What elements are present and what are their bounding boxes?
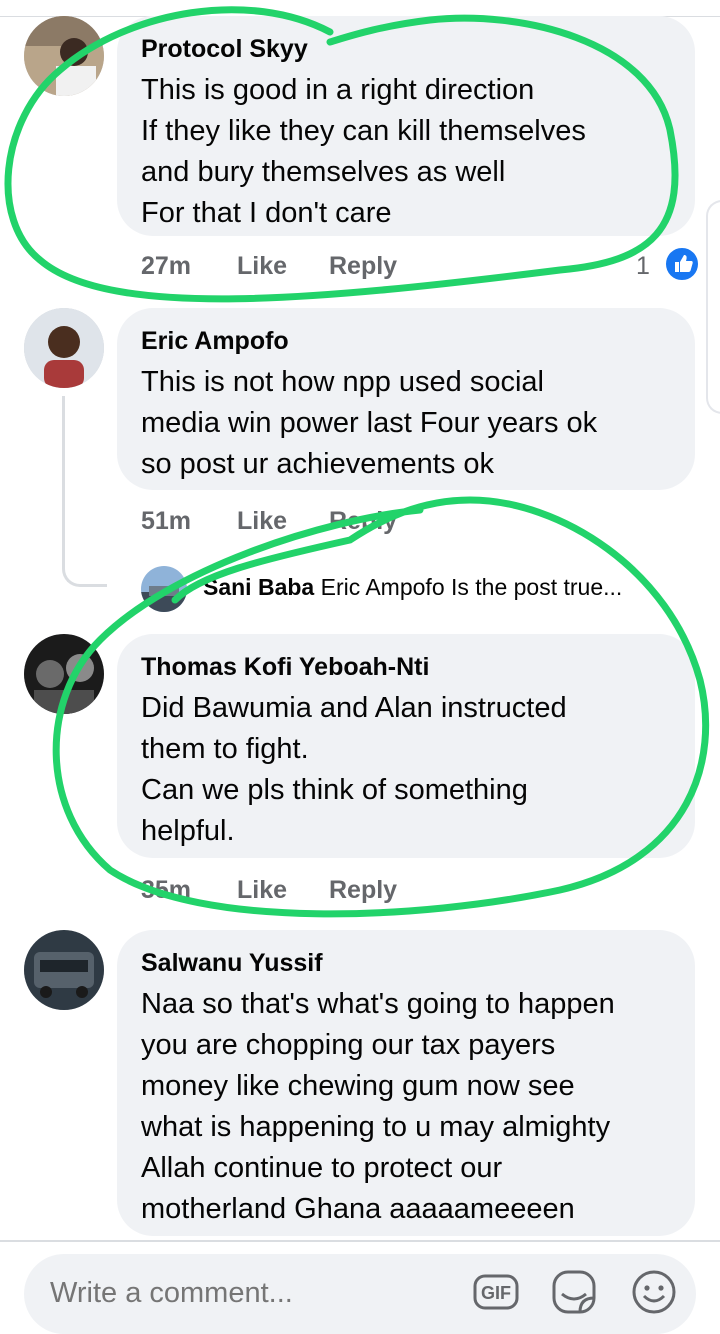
reaction-count: 1 <box>636 252 650 280</box>
avatar[interactable] <box>24 308 104 388</box>
composer-divider <box>0 1240 720 1242</box>
comment-text: This is not how npp used social media wi… <box>141 366 598 480</box>
reply-avatar[interactable] <box>141 566 187 612</box>
scroll-indicator[interactable] <box>706 200 720 414</box>
comment-bubble[interactable]: Eric Ampofo This is not how npp used soc… <box>117 308 695 490</box>
comment-author[interactable]: Thomas Kofi Yeboah-Nti <box>141 652 671 682</box>
gif-label: GIF <box>481 1283 511 1303</box>
comment-author[interactable]: Eric Ampofo <box>141 326 671 356</box>
like-reaction-icon[interactable] <box>664 246 700 282</box>
comment-text: Naa so that's what's going to happen you… <box>141 988 615 1225</box>
avatar[interactable] <box>24 634 104 714</box>
like-button[interactable]: Like <box>237 507 287 536</box>
reply-author[interactable]: Sani Baba <box>203 574 314 600</box>
avatar[interactable] <box>24 930 104 1010</box>
reply-button[interactable]: Reply <box>329 507 397 536</box>
reply-preview[interactable]: Sani Baba Eric Ampofo Is the post true..… <box>141 566 701 612</box>
comment-input[interactable] <box>48 1276 452 1311</box>
comment-composer[interactable]: GIF <box>24 1254 696 1334</box>
avatar[interactable] <box>24 16 104 96</box>
like-button[interactable]: Like <box>237 252 287 281</box>
reply-snippet: Eric Ampofo Is the post true... <box>320 574 623 600</box>
comment-time[interactable]: 51m <box>141 507 191 536</box>
emoji-icon[interactable] <box>630 1268 678 1316</box>
sticker-icon[interactable] <box>550 1268 598 1316</box>
reply-preview-text: Sani Baba Eric Ampofo Is the post true..… <box>203 574 622 601</box>
comment-text: Did Bawumia and Alan instructed them to … <box>141 692 567 847</box>
reply-thread-line <box>62 396 107 587</box>
comment-text: This is good in a right direction If the… <box>141 74 586 229</box>
profile-photo-icon <box>141 566 187 612</box>
profile-photo-icon <box>24 16 104 96</box>
profile-photo-icon <box>24 308 104 388</box>
profile-photo-icon <box>24 930 104 1010</box>
comment-author[interactable]: Protocol Skyy <box>141 34 671 64</box>
gif-icon[interactable]: GIF <box>472 1268 520 1316</box>
comment-bubble[interactable]: Protocol Skyy This is good in a right di… <box>117 16 695 236</box>
like-button[interactable]: Like <box>237 876 287 905</box>
reply-button[interactable]: Reply <box>329 876 397 905</box>
reply-button[interactable]: Reply <box>329 252 397 281</box>
comment-bubble[interactable]: Thomas Kofi Yeboah-Nti Did Bawumia and A… <box>117 634 695 858</box>
profile-photo-icon <box>24 634 104 714</box>
comment-author[interactable]: Salwanu Yussif <box>141 948 671 978</box>
comment-time[interactable]: 27m <box>141 252 191 281</box>
comment-time[interactable]: 35m <box>141 876 191 905</box>
comment-bubble[interactable]: Salwanu Yussif Naa so that's what's goin… <box>117 930 695 1236</box>
